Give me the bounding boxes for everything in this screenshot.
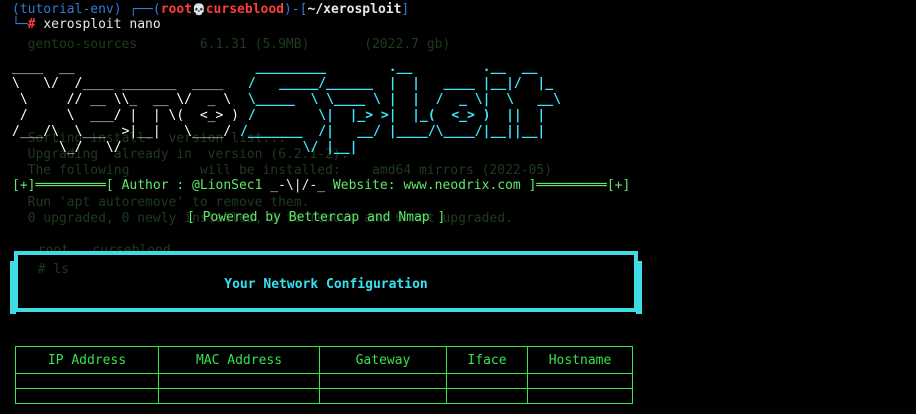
network-table: IP Address MAC Address Gateway Iface Hos… <box>15 346 633 404</box>
xerosploit-logo-right: _________ .__ .__ __ / _____/______ | | … <box>240 60 561 155</box>
terminal-prompt: (tutorial-env) ┌──(root💀curseblood)-[~/x… <box>12 2 410 17</box>
prompt-user: root <box>160 2 193 17</box>
ghost-output: The following will be installed: amd64 m… <box>12 163 553 178</box>
virtualenv-label: (tutorial-env) <box>12 2 122 17</box>
table-row <box>15 388 633 404</box>
author-banner: [+]═════════[ Author : @LionSec1 _-\|/-_… <box>12 178 631 193</box>
col-gateway: Gateway <box>319 346 447 374</box>
xerosploit-logo-left: ____ __ \ \/ /____ _______ ____ \ // __ … <box>12 60 239 155</box>
table-row <box>15 373 633 389</box>
box-right-cap <box>636 261 642 314</box>
author-label: Author : @LionSec1 <box>121 178 263 193</box>
prompt-host: curseblood <box>205 2 285 17</box>
skull-icon: 💀 <box>192 3 206 16</box>
col-ip-address: IP Address <box>15 346 159 374</box>
col-hostname: Hostname <box>527 346 633 374</box>
powered-by-label: [ Powered by Bettercap and Nmap ] <box>187 210 446 225</box>
network-config-title: Your Network Configuration <box>224 277 428 292</box>
website-label: Website: www.neodrix.com <box>332 178 521 193</box>
ghost-output: gentoo-sources 6.1.31 (5.9MB) (2022.7 gb… <box>12 37 451 52</box>
command-text: xerosploit nano <box>43 17 161 32</box>
col-mac-address: MAC Address <box>158 346 320 374</box>
command-line[interactable]: └─# xerosploit nano <box>12 17 161 33</box>
table-header-row: IP Address MAC Address Gateway Iface Hos… <box>15 346 633 374</box>
banner-separator: _-\|/-_ <box>270 178 326 193</box>
network-config-box: Your Network Configuration <box>10 251 642 314</box>
ghost-output: Run 'apt autoremove' to remove them. <box>12 195 310 210</box>
col-iface: Iface <box>446 346 528 374</box>
box-left-cap <box>10 261 16 314</box>
prompt-path: ~/xerosploit <box>307 2 402 17</box>
